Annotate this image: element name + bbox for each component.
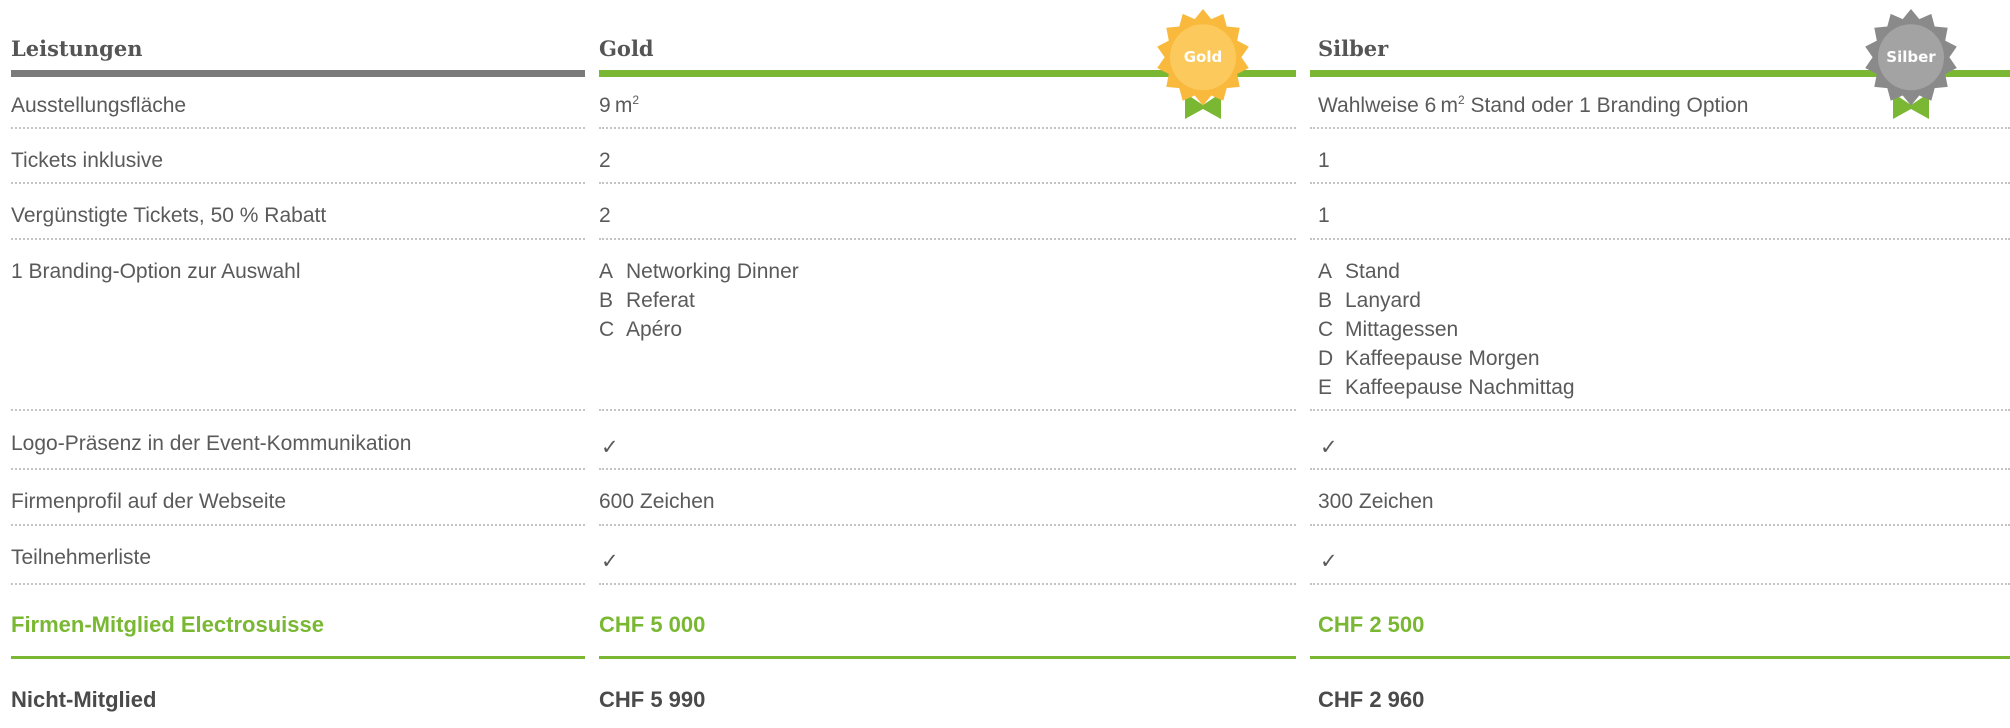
price-divider [599, 656, 1296, 659]
row-divider [11, 238, 585, 240]
list-item: D Kaffeepause Morgen [1318, 347, 1540, 370]
silber-badge-label: Silber [1886, 48, 1936, 66]
row-label-ausstellungsflaeche: Ausstellungsfläche [11, 94, 187, 117]
list-item: A Networking Dinner [599, 260, 799, 283]
row-label-tickets: Tickets inklusive [11, 149, 164, 172]
row-label-verguenstigt: Vergünstigte Tickets, 50 % Rabatt [11, 204, 327, 227]
list-item: C Apéro [599, 318, 683, 341]
list-item: E Kaffeepause Nachmittag [1318, 376, 1575, 399]
row-divider [11, 583, 585, 585]
header-bar-leistungen [11, 70, 585, 77]
gold-badge: Gold [1155, 9, 1251, 129]
silber-price-member: CHF 2 500 [1318, 612, 1425, 637]
gold-ausstellungsflaeche: 9 m2 [599, 93, 640, 117]
list-item: C Mittagessen [1318, 318, 1459, 341]
row-divider [599, 182, 1296, 184]
row-divider [599, 409, 1296, 411]
row-divider [1310, 524, 2010, 526]
silber-logo-check-icon: ✓ [1320, 436, 1338, 459]
price-divider [11, 656, 585, 659]
price-label-member: Firmen-Mitglied Electrosuisse [11, 612, 324, 637]
gold-teilnehmer-check-icon: ✓ [601, 550, 619, 573]
silber-badge: Silber [1863, 9, 1959, 129]
silber-price-nonmember: CHF 2 960 [1318, 687, 1425, 712]
gold-rosette-icon [1157, 9, 1249, 119]
silber-branding-list: A Stand B Lanyard C Mittagessen D Kaffeepaus… [1318, 257, 1575, 402]
row-divider [1310, 238, 2010, 240]
row-divider [1310, 409, 2010, 411]
row-label-logo: Logo-Präsenz in der Event-Kommunikation [11, 432, 412, 455]
row-divider [599, 468, 1296, 470]
list-item: B Referat [599, 289, 695, 312]
gold-firmenprofil: 600 Zeichen [599, 490, 715, 513]
row-divider [1310, 182, 2010, 184]
row-label-branding: 1 Branding-Option zur Auswahl [11, 260, 301, 283]
gold-logo-check-icon: ✓ [601, 436, 619, 459]
silber-verguenstigt: 1 [1318, 204, 1330, 227]
silver-rosette-icon [1865, 9, 1957, 119]
header-silber: Silber [1318, 36, 1389, 61]
row-divider [11, 127, 585, 129]
silber-ausstellungsflaeche: Wahlweise 6 m2 Stand oder 1 Branding Opt… [1318, 93, 1749, 117]
row-divider [11, 468, 585, 470]
gold-badge-label: Gold [1183, 48, 1223, 66]
row-label-firmenprofil: Firmenprofil auf der Webseite [11, 490, 287, 513]
row-divider [599, 524, 1296, 526]
row-divider [1310, 583, 2010, 585]
row-divider [1310, 127, 2010, 129]
gold-branding-list: A Networking Dinner B Referat C Apéro [599, 257, 799, 344]
row-divider [11, 524, 585, 526]
silber-tickets: 1 [1318, 149, 1330, 172]
list-item: B Lanyard [1318, 289, 1421, 312]
row-divider [599, 583, 1296, 585]
header-leistungen: Leistungen [11, 36, 143, 61]
row-label-teilnehmer: Teilnehmerliste [11, 546, 152, 569]
gold-price-member: CHF 5 000 [599, 612, 706, 637]
row-divider [11, 409, 585, 411]
gold-tickets: 2 [599, 149, 611, 172]
gold-price-nonmember: CHF 5 990 [599, 687, 706, 712]
silber-firmenprofil: 300 Zeichen [1318, 490, 1434, 513]
row-divider [599, 127, 1296, 129]
row-divider [11, 182, 585, 184]
gold-verguenstigt: 2 [599, 204, 611, 227]
list-item: A Stand [1318, 260, 1400, 283]
row-divider [1310, 468, 2010, 470]
sponsoring-table: Leistungen Gold Silber Gold Silber Ausst… [0, 0, 2010, 728]
price-divider [1310, 656, 2010, 659]
price-label-nonmember: Nicht-Mitglied [11, 687, 157, 712]
header-gold: Gold [599, 36, 654, 61]
row-divider [599, 238, 1296, 240]
silber-teilnehmer-check-icon: ✓ [1320, 550, 1338, 573]
